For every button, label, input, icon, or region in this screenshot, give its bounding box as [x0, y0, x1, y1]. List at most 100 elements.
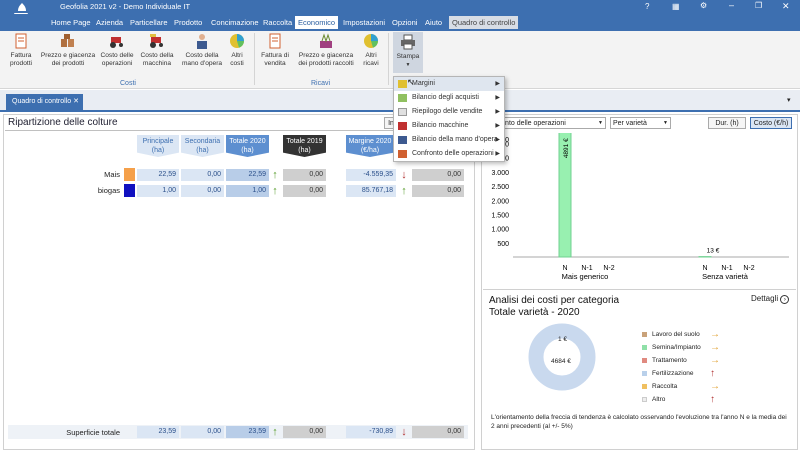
prezzo-giacenza-raccolti-button[interactable]: Prezzo e giacenza dei prodotti raccolti: [294, 33, 358, 68]
arrow-right-circle-icon: ›: [780, 295, 790, 304]
trend-up-icon: ↑: [710, 394, 715, 405]
cell-totale-2019: 0,00: [283, 169, 326, 181]
legend-swatch: [642, 383, 647, 389]
footer-secondaria: 0,00: [181, 426, 224, 438]
menu-opzioni[interactable]: Opzioni: [389, 16, 420, 29]
menu-item-riepilogo-vendite[interactable]: Riepilogo delle vendite ▶: [394, 105, 504, 119]
menu-item-bilancio-acquisti[interactable]: Bilancio degli acquisti ▶: [394, 91, 504, 105]
cell-secondaria: 0,00: [181, 169, 224, 181]
costo-operazioni-button[interactable]: Costo delle operazioni: [98, 33, 136, 68]
more-tabs-icon[interactable]: ▾: [787, 96, 791, 104]
menu-azienda[interactable]: Azienda: [93, 16, 126, 29]
menu-item-confronto-operazioni[interactable]: Confronto delle operazioni ▶: [394, 147, 504, 161]
trend-right-icon: →: [710, 355, 720, 366]
costo-macchina-button[interactable]: Costo della macchina: [137, 33, 177, 68]
menu-concimazione[interactable]: Concimazione: [208, 16, 262, 29]
menu-item-bilancio-macchine[interactable]: Bilancio macchine ▶: [394, 119, 504, 133]
fattura-prodotti-button[interactable]: Fattura prodotti: [4, 33, 38, 68]
donut-chart: [528, 323, 596, 391]
maximize-icon[interactable]: ❐: [755, 1, 762, 10]
analysis-subtitle: Totale varietà - 2020: [489, 307, 580, 318]
tab-quadro-controllo[interactable]: Quadro di controllo ✕: [6, 94, 83, 110]
footer-margine: -730,89: [346, 426, 396, 438]
trend-right-icon: →: [710, 342, 720, 353]
harvest-stock-icon: [318, 33, 334, 49]
cell-margine: 85.767,18: [346, 185, 396, 197]
help-icon[interactable]: ?: [645, 2, 649, 11]
mouse-cursor-icon: ↖: [407, 77, 415, 87]
legend-swatch: [642, 396, 647, 402]
trend-up-icon: ↑: [272, 185, 278, 197]
y-tick-label: 2.500: [491, 184, 509, 191]
submenu-arrow-icon: ▶: [495, 81, 500, 87]
stock-icon: [60, 33, 76, 49]
machine-icon: [149, 33, 165, 49]
legend-swatch: [642, 331, 647, 337]
variety-select[interactable]: Per varietà ▼: [610, 117, 671, 129]
close-tab-icon[interactable]: ✕: [73, 94, 79, 110]
footer-totale-2020: 23,59: [226, 426, 269, 438]
details-link[interactable]: Dettagli ›: [751, 294, 790, 304]
minimize-icon[interactable]: –: [729, 0, 734, 10]
trend-down-icon: ↓: [401, 426, 407, 438]
printer-icon: [400, 34, 416, 50]
operations-select[interactable]: nfronto delle operazioni ▼: [490, 117, 606, 129]
cell-margine-prev: 0,00: [412, 169, 464, 181]
header-principale: Principale (ha): [137, 135, 179, 157]
sales-icon: [398, 108, 407, 116]
x-tick-label: N-1: [721, 265, 732, 272]
duration-button[interactable]: Dur. (h): [708, 117, 746, 129]
group-costi-label: Costi: [120, 80, 136, 87]
x-tick-label: N: [562, 265, 567, 272]
bar-value-label: 13 €: [707, 248, 720, 255]
y-tick-label: 500: [497, 241, 509, 248]
trend-up-icon: ↑: [272, 426, 278, 438]
costo-mano-opera-button[interactable]: Costo della mano d'opera: [179, 33, 225, 68]
cell-totale-2019: 0,00: [283, 185, 326, 197]
menu-item-bilancio-mano-opera[interactable]: Bilancio della mano d'opera ▶: [394, 133, 504, 147]
legend-item: Fertilizzazione: [642, 369, 694, 378]
menu-prodotto[interactable]: Prodotto: [171, 16, 205, 29]
close-icon[interactable]: ✕: [782, 1, 790, 12]
footer-margine-prev: 0,00: [412, 426, 464, 438]
legend-swatch: [642, 357, 647, 363]
cost-button[interactable]: Costo (€/h): [750, 117, 792, 129]
prezzo-giacenza-button[interactable]: Prezzo e giacenza dei prodotti: [38, 33, 98, 68]
menu-impostazioni[interactable]: Impostazioni: [340, 16, 388, 29]
altri-costi-button[interactable]: Altri costi: [226, 33, 248, 68]
group-label: Senza varietà: [702, 272, 749, 281]
legend-swatch: [642, 344, 647, 350]
x-tick-label: N: [702, 265, 707, 272]
worker-icon: [398, 136, 407, 144]
menu-particellare[interactable]: Particellare: [127, 16, 171, 29]
settings-icon[interactable]: ⚙: [700, 1, 707, 10]
ribbon-separator: [388, 33, 389, 85]
menu-raccolta[interactable]: Raccolta: [260, 16, 295, 29]
chevron-down-icon: ▼: [598, 120, 603, 126]
margini-icon: [398, 80, 407, 88]
footer-principale: 23,59: [137, 426, 179, 438]
cell-principale: 22,59: [137, 169, 179, 181]
fattura-vendita-button[interactable]: Fattura di vendita: [258, 33, 292, 68]
row-label: Mais: [104, 170, 120, 179]
trend-down-icon: ↓: [401, 169, 407, 181]
altri-ricavi-button[interactable]: Altri ricavi: [360, 33, 382, 68]
color-swatch: [124, 168, 135, 181]
worker-icon: [194, 33, 210, 49]
menu-economico[interactable]: Economico: [295, 16, 339, 29]
pie-chart-icon: [229, 33, 245, 49]
stampa-button[interactable]: Stampa ▼: [393, 32, 423, 73]
menu-home[interactable]: Home Page: [48, 16, 94, 29]
menu-quadro-controllo[interactable]: Quadro di controllo: [449, 16, 519, 29]
menu-aiuto[interactable]: Aiuto: [422, 16, 445, 29]
trend-note: L'orientamento della freccia di tendenza…: [491, 414, 787, 430]
legend-item: Altro: [642, 395, 665, 404]
calculator-icon[interactable]: ▦: [672, 2, 680, 11]
submenu-arrow-icon: ▶: [495, 123, 500, 129]
tractor-icon: [109, 33, 125, 49]
submenu-arrow-icon: ▶: [495, 95, 500, 101]
x-tick-label: N-1: [581, 265, 592, 272]
legend-item: Raccolta: [642, 382, 677, 391]
x-tick-label: N-2: [743, 265, 754, 272]
bar-value-label: 4891 €: [563, 138, 570, 158]
